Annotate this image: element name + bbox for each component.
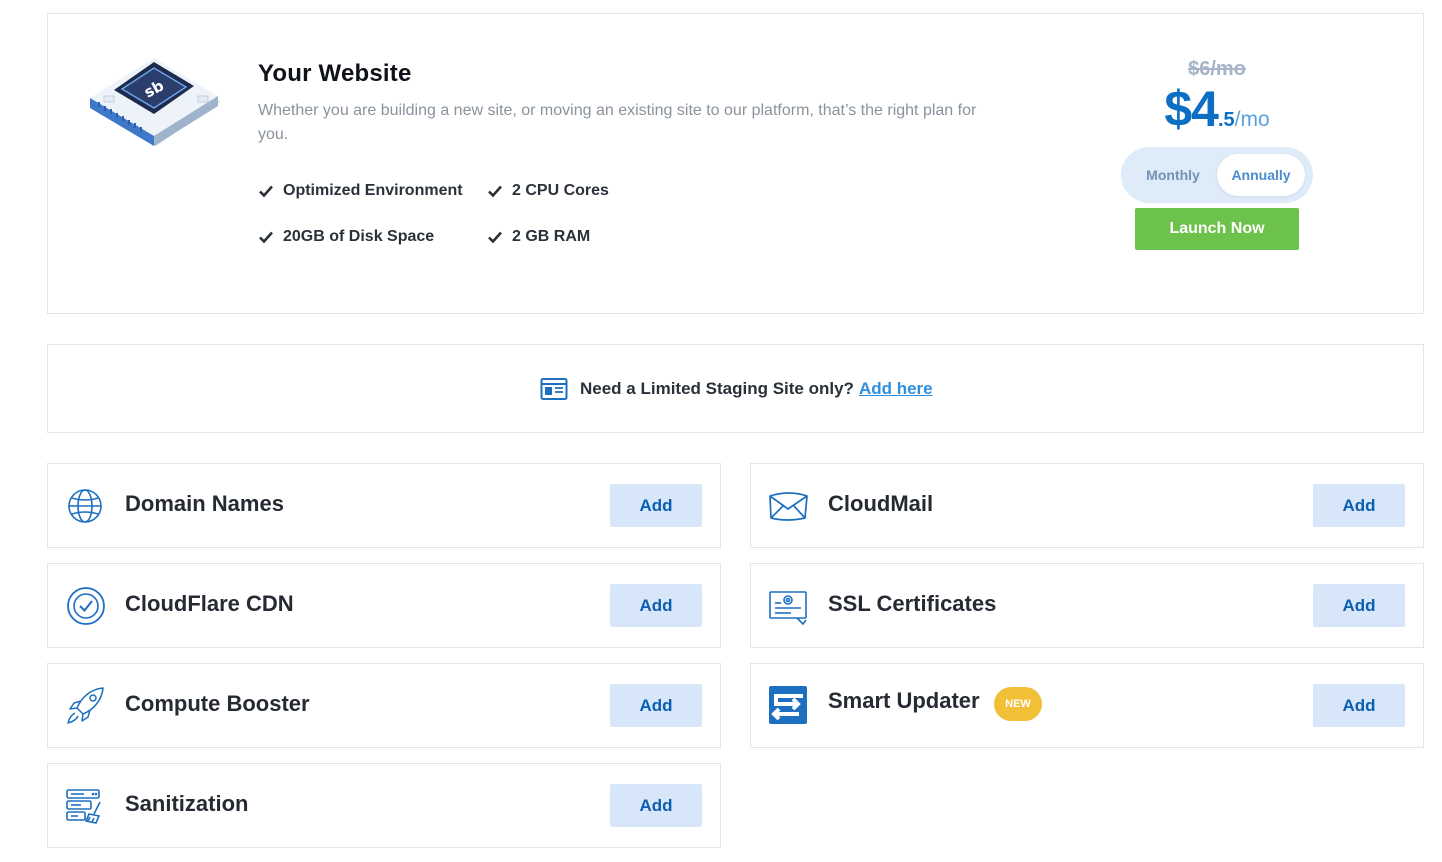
addon-name: Domain Names <box>125 491 284 516</box>
new-badge: NEW <box>994 687 1042 721</box>
feature-item: 2 CPU Cores <box>487 182 609 200</box>
feature-item: 20GB of Disk Space <box>258 228 434 246</box>
plan-title: Your Website <box>258 60 412 87</box>
billing-option-monthly[interactable]: Monthly <box>1129 154 1217 196</box>
checkmark-icon <box>488 185 502 198</box>
add-compute-booster-button[interactable]: Add <box>610 684 702 727</box>
add-sanitization-button[interactable]: Add <box>610 784 702 827</box>
checkout-page: sb Your Website Whether you are building… <box>0 0 1442 862</box>
feature-item: 2 GB RAM <box>487 228 590 246</box>
checkmark-icon <box>259 185 273 198</box>
staging-card: Need a Limited Staging Site only? Add he… <box>47 344 1424 433</box>
add-staging-link[interactable]: Add here <box>859 379 933 399</box>
feature-item: Optimized Environment <box>258 182 463 200</box>
addon-compute-booster: Compute Booster Add <box>47 663 721 748</box>
browser-window-icon <box>540 378 568 400</box>
envelope-icon <box>769 492 808 521</box>
addon-name: CloudFlare CDN <box>125 591 294 616</box>
billing-option-annually[interactable]: Annually <box>1217 154 1305 196</box>
billing-toggle: Monthly Annually <box>1121 147 1313 203</box>
addon-name: Sanitization <box>125 791 249 816</box>
staging-text: Need a Limited Staging Site only? <box>580 379 854 398</box>
addon-name: Smart Updater <box>828 688 980 713</box>
addon-domain-names: Domain Names Add <box>47 463 721 548</box>
price-decimal: .5 <box>1217 109 1235 131</box>
addon-smart-updater: Smart Updater NEW Add <box>750 663 1424 748</box>
add-domain-names-button[interactable]: Add <box>610 484 702 527</box>
feature-label: 2 GB RAM <box>512 228 591 245</box>
staging-prompt: Need a Limited Staging Site only? Add he… <box>540 377 933 401</box>
addon-name: CloudMail <box>828 491 934 516</box>
current-price: $4.5/mo <box>1134 80 1300 138</box>
plan-description: Whether you are building a new site, or … <box>258 102 977 143</box>
server-broom-icon <box>66 789 101 824</box>
feature-label: 2 CPU Cores <box>512 182 609 199</box>
certificate-icon <box>769 591 807 626</box>
checkmark-icon <box>259 231 273 244</box>
swap-arrows-icon <box>769 686 807 724</box>
old-price: $6/mo <box>1188 58 1246 80</box>
addon-sanitization: Sanitization Add <box>47 763 721 848</box>
add-ssl-certificates-button[interactable]: Add <box>1313 584 1405 627</box>
addon-ssl-certificates: SSL Certificates Add <box>750 563 1424 648</box>
feature-label: Optimized Environment <box>283 182 463 199</box>
plan-card: sb Your Website Whether you are building… <box>47 13 1424 314</box>
sb-server-chip-icon: sb <box>90 58 220 146</box>
globe-icon <box>68 489 102 523</box>
add-smart-updater-button[interactable]: Add <box>1313 684 1405 727</box>
addon-cloudmail: CloudMail Add <box>750 463 1424 548</box>
price-integer: $4 <box>1164 81 1219 137</box>
add-cloudflare-cdn-button[interactable]: Add <box>610 584 702 627</box>
add-cloudmail-button[interactable]: Add <box>1313 484 1405 527</box>
launch-now-button[interactable]: Launch Now <box>1135 208 1299 250</box>
checkmark-icon <box>488 231 502 244</box>
addon-name: Compute Booster <box>125 691 310 716</box>
check-circle-icon <box>67 587 105 625</box>
addon-cloudflare-cdn: CloudFlare CDN Add <box>47 563 721 648</box>
addon-name: SSL Certificates <box>828 591 997 616</box>
price-period: /mo <box>1234 108 1270 131</box>
rocket-icon <box>67 687 104 724</box>
feature-label: 20GB of Disk Space <box>283 228 435 245</box>
